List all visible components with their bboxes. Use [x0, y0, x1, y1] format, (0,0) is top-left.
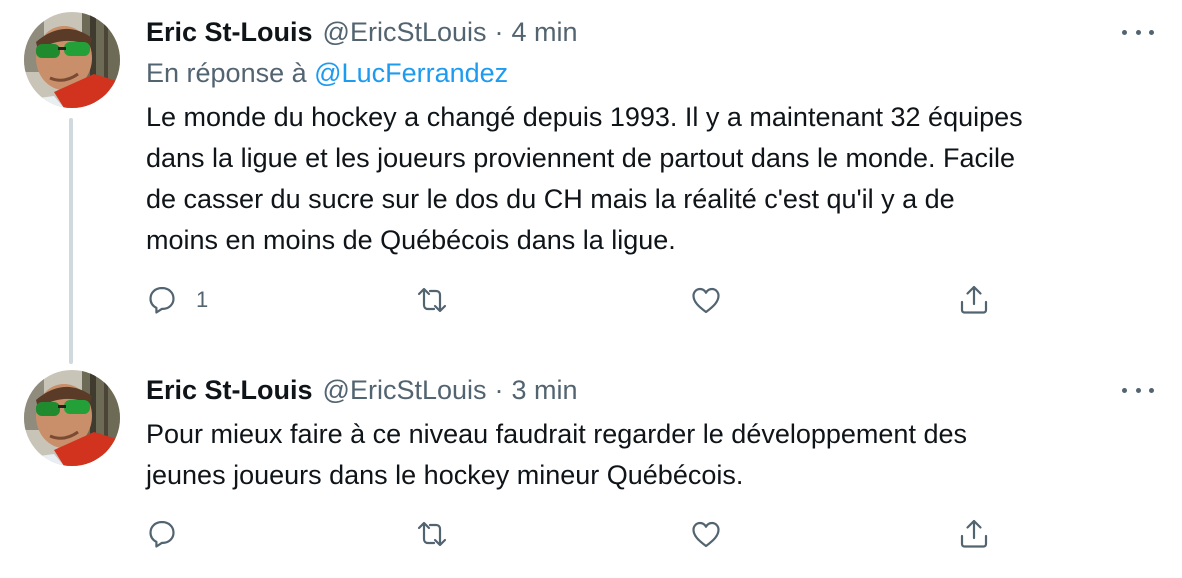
tweet-text-line: de casser du sucre sur le dos du CH mais…	[146, 184, 955, 214]
like-icon	[692, 287, 720, 314]
retweet-button[interactable]	[416, 284, 448, 316]
share-icon	[960, 285, 988, 314]
action-bar	[0, 518, 1182, 558]
retweet-button[interactable]	[416, 518, 448, 550]
tweet-header: Eric St-Louis @EricStLouis · 3 min	[146, 372, 578, 408]
like-button[interactable]	[690, 518, 722, 550]
avatar[interactable]	[24, 12, 120, 108]
more-options-icon[interactable]	[1122, 22, 1154, 42]
tweet-text: Le monde du hockey a changé depuis 1993.…	[146, 97, 1156, 261]
retweet-icon	[417, 287, 447, 313]
share-icon	[960, 519, 988, 548]
tweet-header: Eric St-Louis @EricStLouis · 4 min	[146, 14, 578, 50]
tweet-text: Pour mieux faire à ce niveau faudrait re…	[146, 414, 1156, 496]
tweet-text-line: Le monde du hockey a changé depuis 1993.…	[146, 102, 1023, 132]
author-handle[interactable]: @EricStLouis	[323, 375, 487, 406]
tweet-text-line: dans la ligue et les joueurs proviennent…	[146, 143, 1016, 173]
retweet-icon	[417, 521, 447, 547]
reply-count: 1	[196, 287, 209, 312]
like-icon	[692, 521, 720, 548]
share-button[interactable]	[958, 284, 990, 316]
action-bar: 1	[0, 284, 1182, 324]
reply-icon	[149, 286, 175, 314]
reply-mention-link[interactable]: @LucFerrandez	[314, 58, 508, 88]
avatar-image	[24, 370, 120, 466]
separator-dot: ·	[494, 16, 504, 47]
tweet-text-line: moins en moins de Québécois dans la ligu…	[146, 225, 676, 255]
reply-button[interactable]	[146, 518, 178, 550]
reply-prefix: En réponse à	[146, 58, 307, 88]
reply-icon	[149, 520, 175, 548]
reply-context: En réponse à @LucFerrandez	[146, 58, 508, 89]
timestamp[interactable]: 4 min	[512, 17, 578, 48]
tweet-text-line: Pour mieux faire à ce niveau faudrait re…	[146, 419, 967, 449]
separator-dot: ·	[494, 374, 504, 405]
author-name[interactable]: Eric St-Louis	[146, 17, 313, 48]
avatar-image	[24, 12, 120, 108]
more-options-icon[interactable]	[1122, 380, 1154, 400]
share-button[interactable]	[958, 518, 990, 550]
author-name[interactable]: Eric St-Louis	[146, 375, 313, 406]
author-handle[interactable]: @EricStLouis	[323, 17, 487, 48]
avatar[interactable]	[24, 370, 120, 466]
timestamp[interactable]: 3 min	[512, 375, 578, 406]
reply-button[interactable]: 1	[146, 284, 208, 316]
like-button[interactable]	[690, 284, 722, 316]
thread-line	[69, 118, 73, 364]
tweet-text-line: jeunes joueurs dans le hockey mineur Qué…	[146, 460, 744, 490]
